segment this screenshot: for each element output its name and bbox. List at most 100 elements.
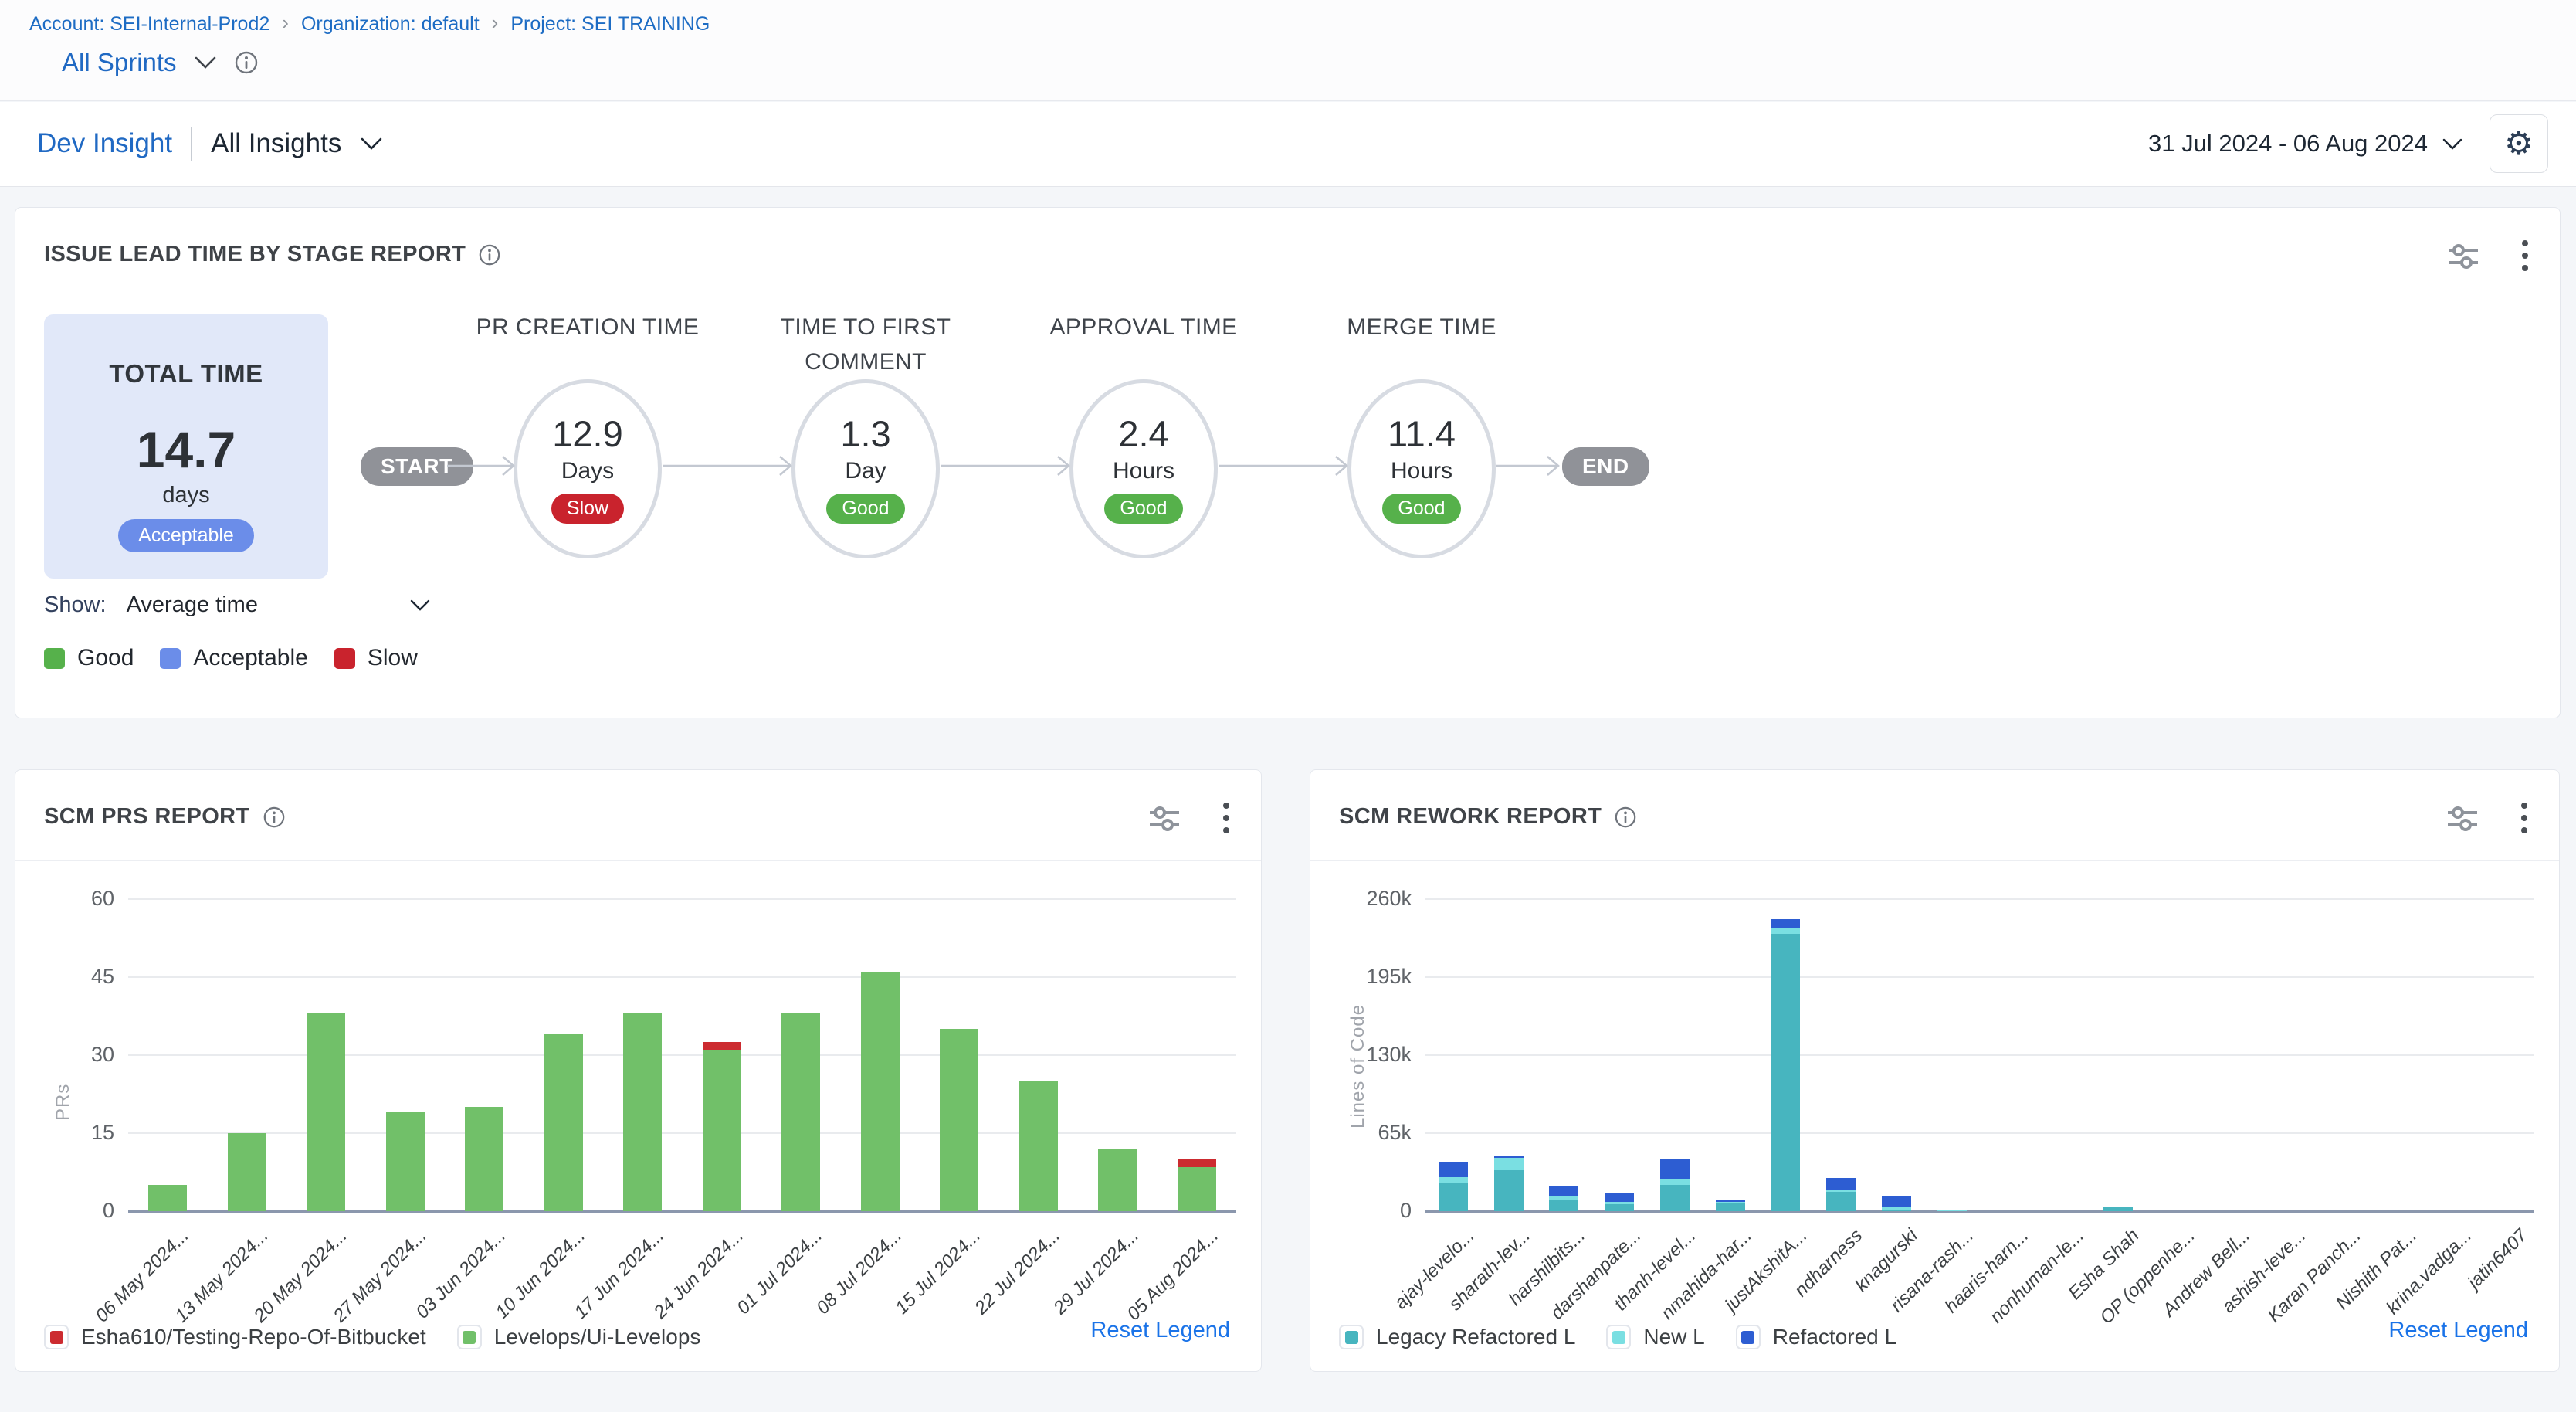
info-icon[interactable] [478,243,501,266]
kebab-menu-icon[interactable] [2520,801,2528,835]
bar-segment-Levelops/Ui-Levelops[interactable] [703,1050,741,1211]
bar-segment-Levelops/Ui-Levelops[interactable] [1178,1167,1216,1211]
breadcrumb-account[interactable]: Account: SEI-Internal-Prod2 [29,13,269,36]
bar-ndharness[interactable] [1826,1178,1856,1211]
bar-segment-Levelops/Ui-Levelops[interactable] [623,1013,662,1211]
sliders-icon[interactable] [1147,803,1182,833]
bar-darshanpate...[interactable] [1605,1193,1634,1211]
bar-segment-Levelops/Ui-Levelops[interactable] [1019,1081,1058,1211]
bar-Esha Shah[interactable] [2103,1207,2133,1211]
stage-time-to-first-comment[interactable]: 1.3 Day Good [791,379,940,558]
chevron-down-icon[interactable] [194,56,217,70]
bar-segment-Levelops/Ui-Levelops[interactable] [1098,1149,1137,1211]
chevron-down-icon[interactable] [2442,137,2463,151]
legend-checkbox[interactable] [1606,1325,1631,1349]
bar-segment-Refactored L[interactable] [1660,1159,1690,1179]
bar-segment-Legacy Refactored L[interactable] [1771,934,1800,1211]
bar-segment-Legacy Refactored L[interactable] [1439,1183,1468,1211]
bar-sharath-lev...[interactable] [1494,1156,1524,1211]
kebab-menu-icon[interactable] [1222,801,1230,835]
legend-item-legacy-refactored[interactable]: Legacy Refactored L [1339,1325,1575,1349]
bar-15 Jul 2024...[interactable] [940,1029,978,1211]
breadcrumb-organization[interactable]: Organization: default [301,13,480,36]
breadcrumb-project[interactable]: Project: SEI TRAINING [510,13,710,36]
legend-checkbox[interactable] [1736,1325,1761,1349]
legend-item-refactored-lines[interactable]: Refactored L [1736,1325,1896,1349]
sprint-selector[interactable]: All Sprints [62,48,259,77]
bar-segment-Levelops/Ui-Levelops[interactable] [861,972,900,1211]
bar-01 Jul 2024...[interactable] [781,1013,820,1211]
bar-24 Jun 2024...[interactable] [703,1042,741,1211]
legend-checkbox[interactable] [1339,1325,1364,1349]
bar-segment-Refactored L[interactable] [1826,1178,1856,1190]
info-icon[interactable] [1614,806,1637,829]
bar-segment-Refactored L[interactable] [1439,1162,1468,1177]
bar-segment-New L[interactable] [1771,928,1800,934]
bar-06 May 2024...[interactable] [148,1185,187,1211]
prs-reset-legend-link[interactable]: Reset Legend [1090,1318,1230,1343]
bar-20 May 2024...[interactable] [307,1013,345,1211]
bar-segment-Levelops/Ui-Levelops[interactable] [465,1107,503,1211]
bar-segment-Levelops/Ui-Levelops[interactable] [307,1013,345,1211]
bar-03 Jun 2024...[interactable] [465,1107,503,1211]
bar-segment-Refactored L[interactable] [1549,1186,1578,1196]
bar-17 Jun 2024...[interactable] [623,1013,662,1211]
bar-harshilbits...[interactable] [1549,1186,1578,1211]
stage-merge-time[interactable]: 11.4 Hours Good [1347,379,1496,558]
bar-10 Jun 2024...[interactable] [544,1034,583,1211]
bar-justAkshitA...[interactable] [1771,919,1800,1211]
bar-segment-Refactored L[interactable] [1882,1196,1911,1207]
bar-segment-Legacy Refactored L[interactable] [1826,1192,1856,1211]
info-icon[interactable] [234,50,259,75]
bar-thanh-level...[interactable] [1660,1159,1690,1211]
bar-segment-New L[interactable] [1660,1179,1690,1185]
bar-segment-Legacy Refactored L[interactable] [1494,1170,1524,1211]
bar-08 Jul 2024...[interactable] [861,972,900,1211]
bar-29 Jul 2024...[interactable] [1098,1149,1137,1211]
bar-segment-Levelops/Ui-Levelops[interactable] [781,1013,820,1211]
sliders-icon[interactable] [2446,240,2481,271]
bar-segment-Legacy Refactored L[interactable] [1882,1210,1911,1211]
legend-item-levelops-repo[interactable]: Levelops/Ui-Levelops [457,1325,701,1349]
bar-segment-Legacy Refactored L[interactable] [1660,1185,1690,1211]
chevron-down-icon[interactable] [360,137,383,151]
rework-reset-legend-link[interactable]: Reset Legend [2388,1318,2528,1343]
show-value[interactable]: Average time [127,592,258,618]
bar-segment-New L[interactable] [1439,1177,1468,1183]
bar-13 May 2024...[interactable] [228,1133,266,1211]
insight-name[interactable]: Dev Insight [37,128,172,159]
bar-segment-Levelops/Ui-Levelops[interactable] [544,1034,583,1211]
settings-button[interactable]: ⚙ [2490,114,2548,173]
date-range-selector[interactable]: 31 Jul 2024 - 06 Aug 2024 [2148,130,2463,158]
sprint-selector-label[interactable]: All Sprints [62,48,177,77]
bar-22 Jul 2024...[interactable] [1019,1081,1058,1211]
bar-segment-New L[interactable] [1494,1158,1524,1170]
kebab-menu-icon[interactable] [2521,239,2529,273]
stage-approval-time[interactable]: 2.4 Hours Good [1069,379,1218,558]
legend-item-esha-repo[interactable]: Esha610/Testing-Repo-Of-Bitbucket [44,1325,426,1349]
bar-segment-New L[interactable] [1937,1210,1967,1211]
bar-segment-Legacy Refactored L[interactable] [1716,1203,1745,1211]
bar-segment-Levelops/Ui-Levelops[interactable] [228,1133,266,1211]
bar-segment-Levelops/Ui-Levelops[interactable] [386,1112,425,1211]
bar-segment-Refactored L[interactable] [1605,1193,1634,1202]
info-icon[interactable] [263,806,286,829]
legend-checkbox[interactable] [457,1325,482,1349]
stage-pr-creation-time[interactable]: 12.9 Days Slow [514,379,662,558]
legend-item-new-lines[interactable]: New L [1606,1325,1704,1349]
bar-nmahida-har...[interactable] [1716,1200,1745,1211]
bar-ajay-levelo...[interactable] [1439,1162,1468,1211]
chevron-down-icon[interactable] [409,599,431,612]
bar-05 Aug 2024...[interactable] [1178,1159,1216,1211]
bar-segment-Levelops/Ui-Levelops[interactable] [148,1185,187,1211]
bar-knagurski[interactable] [1882,1196,1911,1211]
bar-risana-rash...[interactable] [1937,1210,1967,1211]
bar-segment-Esha610/Testing-Repo-Of-Bitbucket[interactable] [703,1042,741,1050]
show-dropdown[interactable]: Show: Average time [44,592,431,618]
bar-segment-Refactored L[interactable] [1771,919,1800,928]
insight-switcher[interactable]: All Insights [211,128,341,159]
bar-segment-Legacy Refactored L[interactable] [1549,1200,1578,1211]
bar-segment-Levelops/Ui-Levelops[interactable] [940,1029,978,1211]
bar-segment-Legacy Refactored L[interactable] [1605,1204,1634,1211]
sliders-icon[interactable] [2445,803,2480,833]
